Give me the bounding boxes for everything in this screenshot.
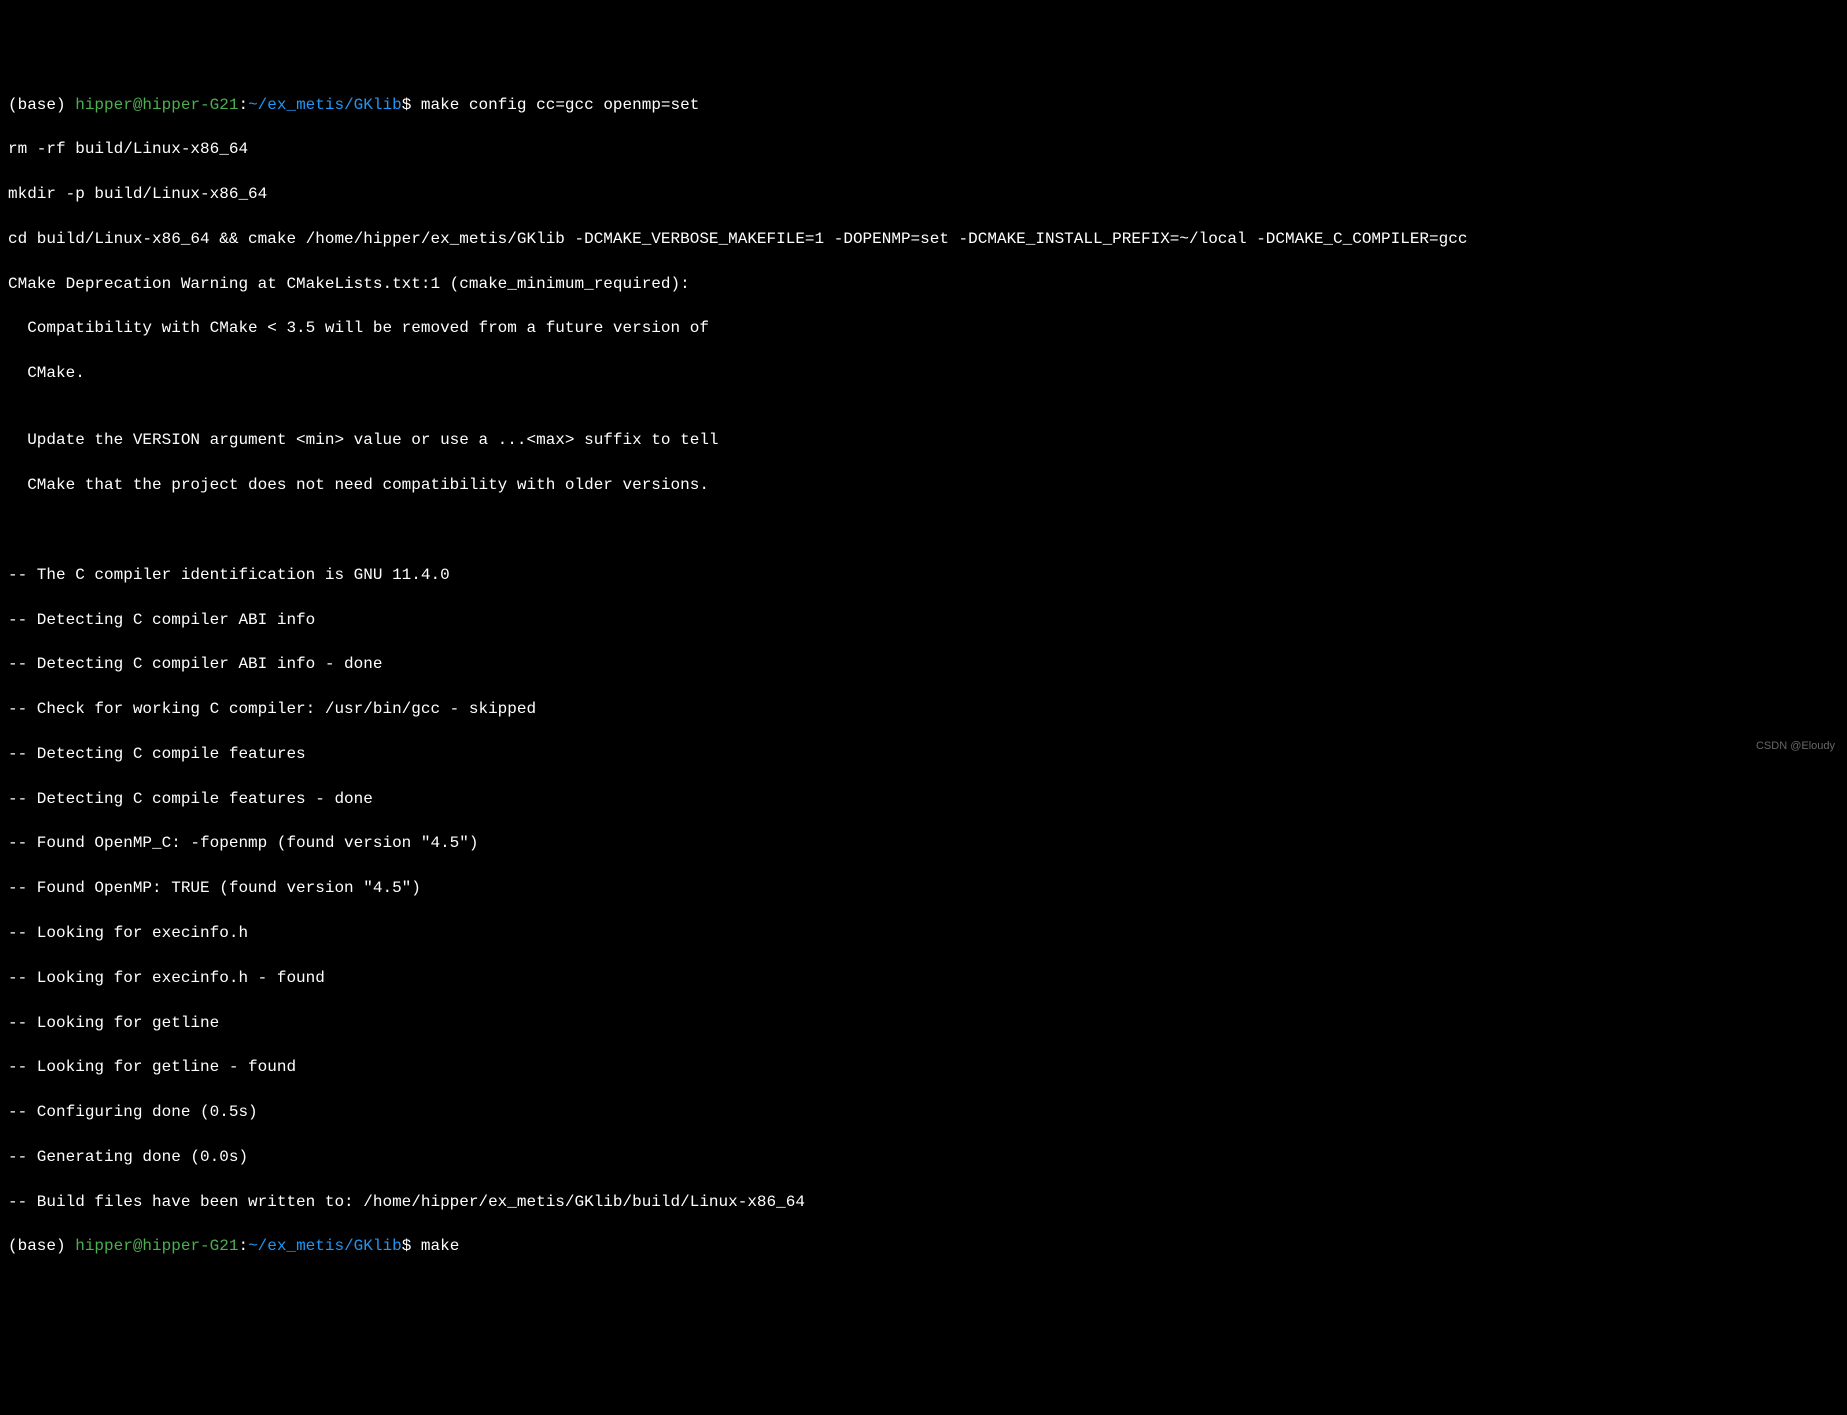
watermark: CSDN @Eloudy [1756, 739, 1835, 754]
output-line: CMake that the project does not need com… [8, 474, 1839, 496]
output-line: -- The C compiler identification is GNU … [8, 564, 1839, 586]
current-path: ~/ex_metis/GKlib [248, 1237, 402, 1255]
prompt-symbol: $ [402, 96, 421, 114]
command-text: make config cc=gcc openmp=set [421, 96, 699, 114]
env-prefix: (base) [8, 1237, 75, 1255]
output-line: -- Detecting C compile features - done [8, 788, 1839, 810]
output-line: -- Detecting C compiler ABI info [8, 609, 1839, 631]
output-line: -- Configuring done (0.5s) [8, 1101, 1839, 1123]
output-line: cd build/Linux-x86_64 && cmake /home/hip… [8, 228, 1839, 250]
output-line: mkdir -p build/Linux-x86_64 [8, 183, 1839, 205]
colon: : [238, 1237, 248, 1255]
output-line: Compatibility with CMake < 3.5 will be r… [8, 317, 1839, 339]
prompt-line-2[interactable]: (base) hipper@hipper-G21:~/ex_metis/GKli… [8, 1235, 1839, 1257]
output-line: -- Generating done (0.0s) [8, 1146, 1839, 1168]
command-text: make [421, 1237, 459, 1255]
current-path: ~/ex_metis/GKlib [248, 96, 402, 114]
output-line: -- Found OpenMP: TRUE (found version "4.… [8, 877, 1839, 899]
env-prefix: (base) [8, 96, 75, 114]
colon: : [238, 96, 248, 114]
output-line: -- Build files have been written to: /ho… [8, 1191, 1839, 1213]
output-line: CMake Deprecation Warning at CMakeLists.… [8, 273, 1839, 295]
output-line: -- Detecting C compiler ABI info - done [8, 653, 1839, 675]
output-line: rm -rf build/Linux-x86_64 [8, 138, 1839, 160]
output-line: CMake. [8, 362, 1839, 384]
output-line: Update the VERSION argument <min> value … [8, 429, 1839, 451]
user-host: hipper@hipper-G21 [75, 1237, 238, 1255]
output-line: -- Check for working C compiler: /usr/bi… [8, 698, 1839, 720]
output-line: -- Found OpenMP_C: -fopenmp (found versi… [8, 832, 1839, 854]
output-line: -- Looking for getline - found [8, 1056, 1839, 1078]
output-line: -- Looking for getline [8, 1012, 1839, 1034]
output-line: -- Looking for execinfo.h [8, 922, 1839, 944]
prompt-line-1[interactable]: (base) hipper@hipper-G21:~/ex_metis/GKli… [8, 94, 1839, 116]
prompt-symbol: $ [402, 1237, 421, 1255]
user-host: hipper@hipper-G21 [75, 96, 238, 114]
output-line: -- Looking for execinfo.h - found [8, 967, 1839, 989]
